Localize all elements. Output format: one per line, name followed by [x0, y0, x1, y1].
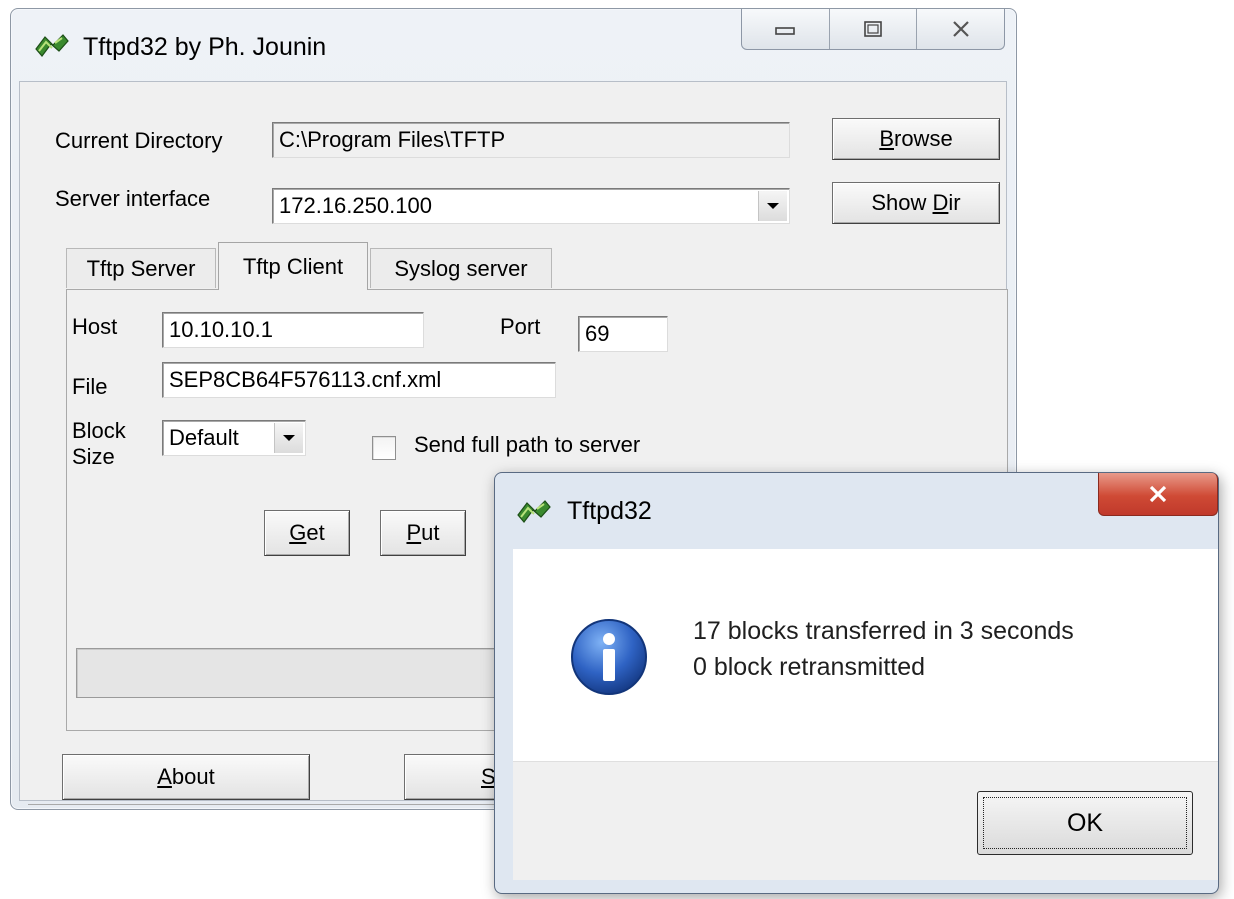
block-size-select[interactable]: Default: [162, 420, 306, 456]
window-title: Tftpd32 by Ph. Jounin: [83, 33, 327, 61]
minimize-icon: [775, 27, 796, 35]
get-button[interactable]: Get: [264, 510, 350, 556]
caption-buttons: [741, 9, 1005, 50]
message-dialog: Tftpd32 17 blocks transferred in 3 secon…: [494, 472, 1219, 894]
about-button[interactable]: About: [62, 754, 310, 800]
title-bar[interactable]: Tftpd32 by Ph. Jounin: [11, 9, 1016, 75]
file-input[interactable]: SEP8CB64F576113.cnf.xml: [162, 362, 556, 398]
block-size-label: Block Size: [72, 418, 126, 469]
server-interface-select[interactable]: 172.16.250.100: [272, 188, 790, 224]
app-icon: [515, 497, 553, 532]
transfer-progress-bar: [76, 648, 528, 698]
tab-tftp-client[interactable]: Tftp Client: [218, 242, 368, 290]
tab-syslog-server[interactable]: Syslog server: [370, 248, 552, 288]
info-icon: [569, 617, 649, 702]
dropdown-arrow-icon[interactable]: [758, 191, 787, 221]
dialog-close-button[interactable]: [1098, 473, 1218, 516]
close-icon: [952, 21, 969, 37]
browse-button[interactable]: Browse: [832, 118, 1000, 160]
port-label: Port: [500, 314, 541, 339]
current-directory-field[interactable]: C:\Program Files\TFTP: [272, 122, 790, 158]
maximize-icon: [864, 21, 882, 37]
put-button[interactable]: Put: [380, 510, 466, 556]
dialog-title: Tftpd32: [567, 497, 652, 525]
message-line-1: 17 blocks transferred in 3 seconds: [693, 617, 1074, 645]
message-line-2: 0 block retransmitted: [693, 653, 926, 681]
port-input[interactable]: 69: [578, 316, 668, 352]
full-path-checkbox[interactable]: [372, 436, 396, 460]
server-interface-value: 172.16.250.100: [279, 193, 432, 218]
ok-button[interactable]: OK: [977, 791, 1193, 855]
full-path-label: Send full path to server: [414, 432, 641, 457]
close-button[interactable]: [917, 9, 1004, 49]
minimize-button[interactable]: [742, 9, 830, 49]
tab-tftp-server[interactable]: Tftp Server: [66, 248, 216, 288]
app-icon: [33, 31, 71, 66]
show-dir-button[interactable]: Show Dir: [832, 182, 1000, 224]
current-directory-label: Current Directory: [55, 128, 223, 153]
maximize-button[interactable]: [830, 9, 918, 49]
file-label: File: [72, 374, 108, 399]
dropdown-arrow-icon[interactable]: [274, 423, 303, 453]
dialog-body: 17 blocks transferred in 3 seconds 0 blo…: [513, 549, 1218, 761]
block-size-value: Default: [169, 425, 239, 450]
focus-rect: [983, 797, 1187, 849]
close-icon: [1149, 485, 1167, 503]
host-input[interactable]: 10.10.10.1: [162, 312, 424, 348]
host-label: Host: [72, 314, 118, 339]
server-interface-label: Server interface: [55, 186, 211, 211]
